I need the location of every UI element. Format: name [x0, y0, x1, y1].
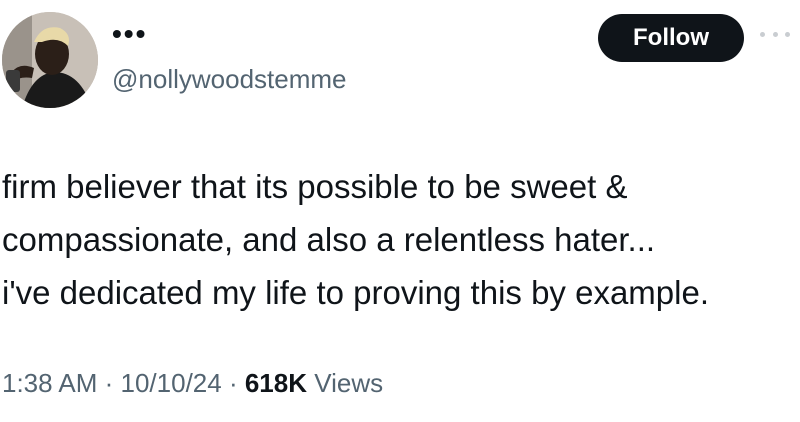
views-count: 618K	[244, 368, 307, 398]
meta-separator: ·	[221, 368, 245, 398]
tweet-text: firm believer that its possible to be sw…	[2, 160, 798, 319]
more-dot	[785, 31, 790, 37]
follow-button[interactable]: Follow	[598, 14, 744, 62]
more-dot	[772, 31, 778, 37]
user-handle[interactable]: @nollywoodstemme	[112, 64, 346, 95]
tweet-meta: 1:38 AM · 10/10/24 · 618K Views	[2, 368, 383, 399]
tweet-time[interactable]: 1:38 AM	[2, 368, 97, 398]
more-options-icon[interactable]	[760, 24, 790, 44]
tweet-line-3: i've dedicated my life to proving this b…	[2, 274, 709, 311]
tweet-line-2: compassionate, and also a relentless hat…	[2, 221, 656, 258]
display-name[interactable]: •••	[112, 20, 147, 48]
views-label: Views	[307, 368, 384, 398]
profile-avatar-icon	[2, 12, 98, 108]
meta-separator: ·	[97, 368, 121, 398]
more-dot	[760, 31, 765, 37]
tweet-date[interactable]: 10/10/24	[121, 368, 222, 398]
tweet-line-1: firm believer that its possible to be sw…	[2, 168, 628, 205]
avatar[interactable]	[2, 12, 98, 108]
